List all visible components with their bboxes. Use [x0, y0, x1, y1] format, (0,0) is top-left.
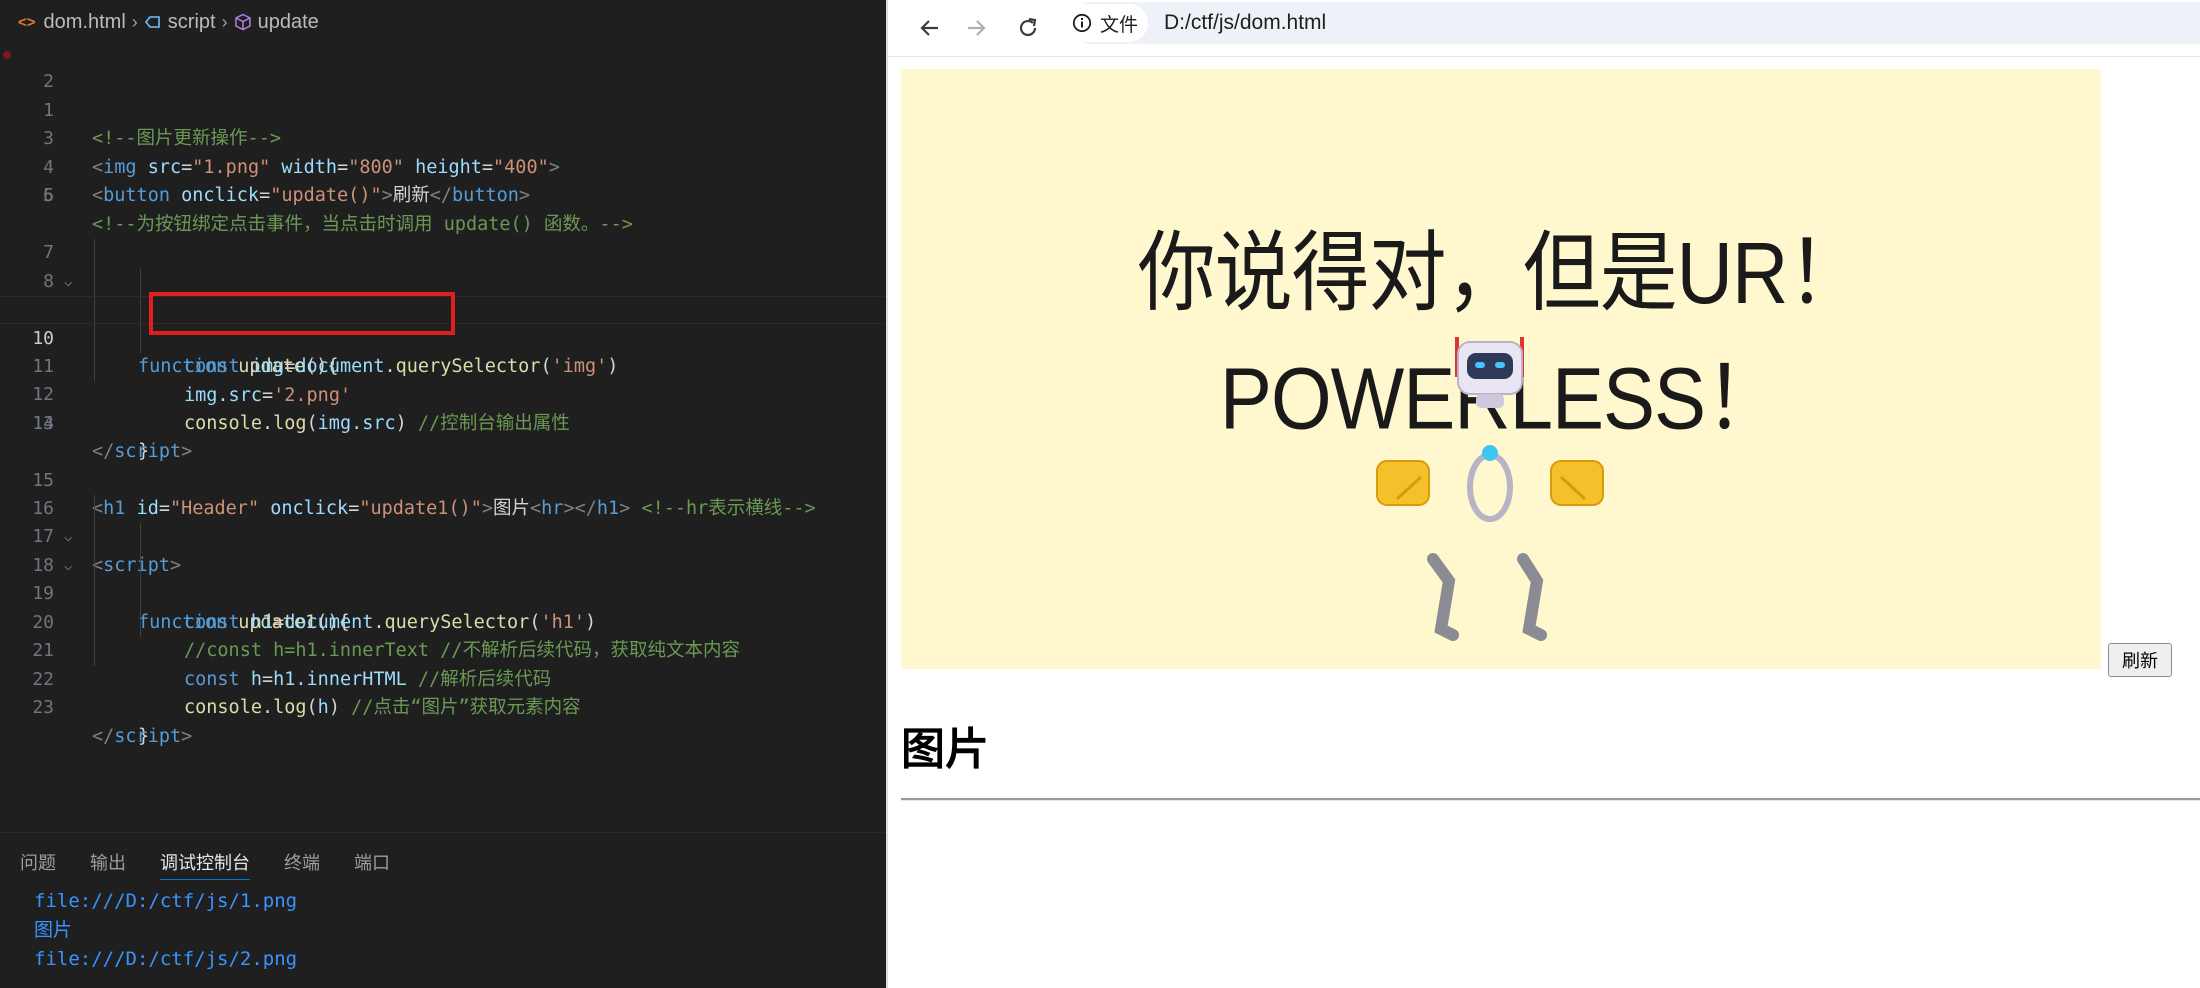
address-bar[interactable]: 文件 D:/ctf/js/dom.html [1062, 2, 2200, 44]
code-line: 20 const h=h1.innerHTML //解析后续代码 [0, 580, 886, 690]
breadcrumb: <> dom.html › script › update [0, 0, 886, 44]
browser-window: 文件 D:/ctf/js/dom.html 你说得对，但是UR！POWERLES… [886, 0, 2200, 988]
refresh-button[interactable]: 刷新 [2108, 643, 2172, 677]
info-chip-label: 文件 [1100, 14, 1139, 36]
code-text: console.log(h) //点击“图片”获取元素内容 [184, 697, 581, 719]
arrow-left-icon [920, 20, 938, 36]
code-line: 6 [0, 182, 886, 210]
page-image: 你说得对，但是UR！POWERLESS！ [901, 69, 2101, 669]
forward-button[interactable] [956, 8, 996, 48]
code-line: 8 ⌵ function update(){ [0, 239, 886, 377]
symbol-method-icon [234, 13, 251, 31]
robot-illustration [1376, 337, 1604, 641]
code-line: 7 ⌵ <script> [0, 211, 886, 320]
site-info-chip[interactable]: 文件 [1062, 4, 1149, 42]
line-number: 14 [32, 412, 54, 434]
bottom-panel: 问题 输出 调试控制台 终端 端口 file:///D:/ctf/js/1.pn… [0, 832, 886, 988]
code-line: 1 <!--图片更新操作--> [0, 40, 886, 149]
tab-problems[interactable]: 问题 [20, 849, 56, 880]
breadcrumb-section-label: script [167, 10, 216, 33]
info-icon [1072, 13, 1092, 33]
code-line: 15 <h1 id="Header" onclick="update1()">图… [0, 438, 886, 519]
horizontal-rule [901, 798, 2200, 801]
page-heading[interactable]: 图片 [901, 713, 989, 777]
code-line: 2 [0, 68, 886, 96]
url-text[interactable]: D:/ctf/js/dom.html [1164, 11, 1326, 35]
panel-tabs: 问题 输出 调试控制台 终端 端口 [20, 849, 424, 880]
code-line: 14 [0, 410, 886, 438]
breadcrumb-file-label: dom.html [43, 10, 126, 33]
code-line: 5 <!--为按钮绑定点击事件，当点击时调用 update() 函数。--> [0, 154, 886, 234]
browser-toolbar: 文件 D:/ctf/js/dom.html [888, 0, 2200, 57]
code-line: 13 </script> [0, 381, 886, 462]
code-line: 9 const img=document.querySelector('img'… [0, 267, 886, 377]
arrow-right-icon [968, 20, 986, 36]
reload-icon [1019, 17, 1037, 37]
tab-ports[interactable]: 端口 [354, 849, 390, 880]
line-number: 2 [43, 71, 54, 93]
code-area[interactable]: 1 <!--图片更新操作--> 2 3 <img src="1.png" wid… [0, 40, 886, 747]
breadcrumb-symbol-label: update [257, 10, 319, 33]
html-file-icon: <> [18, 13, 36, 31]
code-line: 17 ⌵ function update1(){ [0, 495, 886, 633]
line-number: 23 [32, 697, 54, 719]
page-viewport: 你说得对，但是UR！POWERLESS！ 刷新 图片 [888, 57, 2200, 988]
code-line: 22 } [0, 637, 886, 747]
code-line: 16 ⌵ <script> [0, 467, 886, 576]
chevron-right-icon: › [221, 11, 228, 32]
symbol-tag-icon [144, 16, 160, 28]
code-line: 23 </script> [0, 666, 886, 746]
code-line: 21 console.log(h) //点击“图片”获取元素内容 [0, 608, 886, 718]
breakpoint-dot-icon[interactable] [3, 51, 11, 59]
back-button[interactable] [910, 8, 950, 48]
line-number: 6 [43, 185, 54, 207]
breadcrumb-section[interactable]: script [144, 11, 216, 34]
console-line[interactable]: file:///D:/ctf/js/1.png [34, 887, 297, 916]
code-line: 3 <img src="1.png" width="800" height="4… [0, 97, 886, 177]
breadcrumb-file[interactable]: <> dom.html [18, 11, 126, 34]
debug-console-output: file:///D:/ctf/js/1.png 图片 file:///D:/ct… [34, 887, 297, 974]
code-line: 18 const h1=document.querySelector('h1') [0, 523, 886, 633]
code-line: 19 //const h=h1.innerText //不解析后续代码，获取纯文… [0, 551, 886, 661]
code-line: 11 console.log(img.src) //控制台输出属性 [0, 324, 886, 434]
breadcrumb-symbol[interactable]: update [234, 11, 319, 34]
console-line: 图片 [34, 919, 73, 941]
code-line-current: 10 img.src='2.png' [0, 295, 886, 406]
tab-terminal[interactable]: 终端 [284, 849, 320, 880]
code-text: </script> [92, 725, 193, 747]
code-line: 12 } [0, 352, 886, 462]
console-line[interactable]: file:///D:/ctf/js/2.png [34, 945, 297, 974]
reload-button[interactable] [1008, 8, 1048, 48]
code-line: 4 <button onclick="update()">刷新</button> [0, 125, 886, 206]
code-editor[interactable]: <> dom.html › script › update 1 <!--图片更新… [0, 0, 886, 988]
tab-output[interactable]: 输出 [90, 849, 126, 880]
tab-debug-console[interactable]: 调试控制台 [160, 849, 250, 880]
chevron-right-icon: › [131, 11, 138, 32]
